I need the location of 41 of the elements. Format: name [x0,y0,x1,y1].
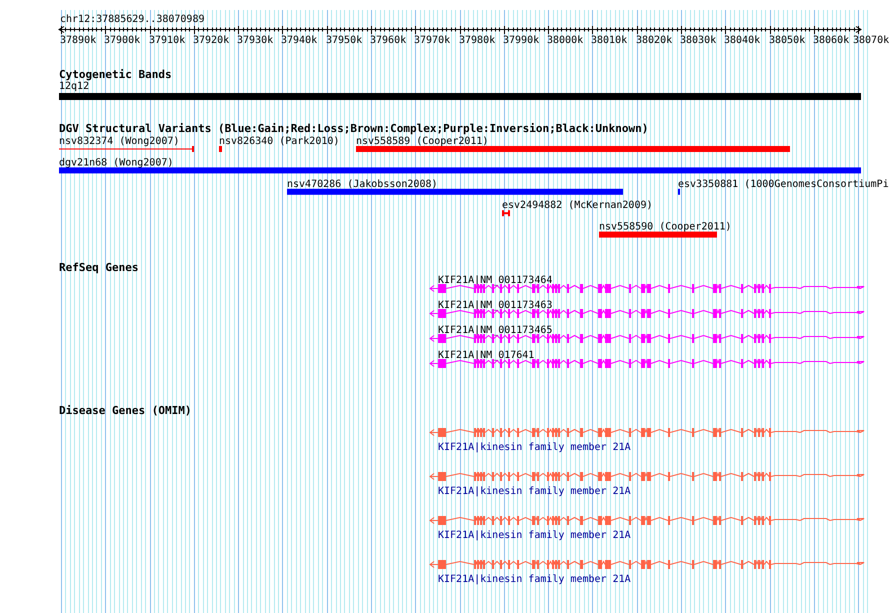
ruler-tick-label: 38030k [680,35,716,46]
ruler-tick-label: 37940k [281,35,318,46]
ruler-tick-label: 38050k [769,35,806,46]
variant-label: nsv832374 (Wong2007) [59,136,180,147]
band-label: 12q12 [58,81,90,92]
ruler-tick-label: 37990k [503,35,540,46]
ruler-tick-label: 37950k [326,35,362,46]
track-title: Cytogenetic Bands [58,68,172,81]
transcript-label: KIF21A|NM_001173465 [438,324,552,336]
track-title: DGV Structural Variants (Blue:Gain;Red:Loss;Brown:Complex;Purple:Inversion;Black:Unknown) [58,122,648,135]
variant-label: nsv558589 (Cooper2011) [356,136,488,147]
ruler-tick-label: 37920k [193,35,230,46]
track-title: Disease Genes (OMIM) [58,404,192,416]
transcript-label: KIF21A|NM_001173463 [438,300,552,310]
ruler-tick-label: 38020k [636,35,672,46]
variant-label: nsv826340 (Park2010) [219,136,340,147]
ruler-tick-label: 37890k [60,35,96,46]
disease-gene-label: KIF21A|kinesin family member 21A [438,574,631,584]
ruler-tick-label: 37900k [104,35,140,46]
region-label: chr12:37885629..38070989 [59,14,204,26]
disease-gene-label: KIF21A|kinesin family member 21A [438,486,631,496]
transcript-label: KIF21A|NM_017641 [438,350,534,360]
ruler-tick-label: 38000k [547,35,584,46]
variant-label: nsv470286 (Jakobsson2008) [287,178,438,190]
variant-label: dgv21n68 (Wong2007) [59,157,174,168]
ruler-tick-label: 38010k [591,35,628,46]
transcript-label: KIF21A|NM_001173464 [438,274,552,286]
variant-label: esv2494882 (McKernan2009) [502,200,653,212]
ruler-tick-label: 37960k [370,35,406,46]
ruler-tick-label: 38070k [853,35,890,46]
disease-gene-label: KIF21A|kinesin family member 21A [438,442,631,452]
ruler-tick-label: 37910k [149,35,186,46]
variant-label: nsv558590 (Cooper2011) [599,222,732,233]
ruler-tick-label: 37930k [237,35,274,46]
track-title: RefSeq Genes [58,260,138,274]
ruler-tick-label: 37970k [414,35,450,46]
ruler-tick-label: 38040k [724,35,760,46]
disease-gene-label: KIF21A|kinesin family member 21A [438,530,631,540]
ruler-tick-label: 37980k [459,35,496,46]
ruler-tick-label: 38060k [813,35,850,46]
variant-label: esv3350881 (1000GenomesConsortiumPi [678,178,889,190]
